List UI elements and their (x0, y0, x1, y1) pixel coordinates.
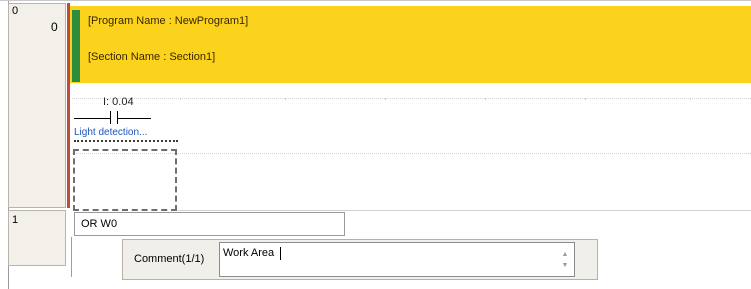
rung-number-cell-1[interactable]: 1 (8, 210, 66, 266)
header-marker (72, 10, 80, 82)
rung-number: 1 (12, 214, 19, 226)
grid-tick (690, 98, 691, 100)
comment-entry-panel: Comment(1/1) Work Area ▲ ▼ (122, 239, 598, 280)
rung-step-number: 0 (51, 20, 58, 34)
instruction-text: OR W0 (81, 218, 118, 230)
rung-number: 0 (12, 5, 19, 17)
grid-tick (585, 98, 586, 100)
grid-tick (180, 98, 181, 100)
grid-tick (385, 98, 386, 100)
grid-tick (485, 98, 486, 100)
contact-address: I: 0.04 (103, 96, 134, 108)
comment-value: Work Area (223, 247, 275, 259)
normally-open-contact[interactable] (74, 109, 154, 127)
comment-underline (74, 140, 178, 142)
comment-label: Comment(1/1) (134, 253, 205, 265)
ladder-editor[interactable]: 0 0 1 [Program Name : NewProgram1] [Sect… (0, 0, 751, 289)
text-caret (280, 247, 281, 260)
grid-tick (285, 98, 286, 100)
scroll-arrows-icon[interactable]: ▲ ▼ (560, 249, 570, 273)
rung-divider (178, 210, 751, 211)
instruction-input[interactable]: OR W0 (74, 212, 345, 236)
selection-cursor[interactable] (73, 149, 177, 211)
section-name-line: [Section Name : Section1] (88, 51, 216, 63)
grid-guide (72, 98, 751, 99)
comment-input[interactable]: Work Area ▲ ▼ (219, 242, 575, 277)
program-name-line: [Program Name : NewProgram1] (88, 15, 249, 27)
rung-number-cell-0[interactable]: 0 0 (8, 3, 66, 208)
connection-line (71, 237, 72, 277)
contact-comment: Light detection... (74, 127, 148, 138)
